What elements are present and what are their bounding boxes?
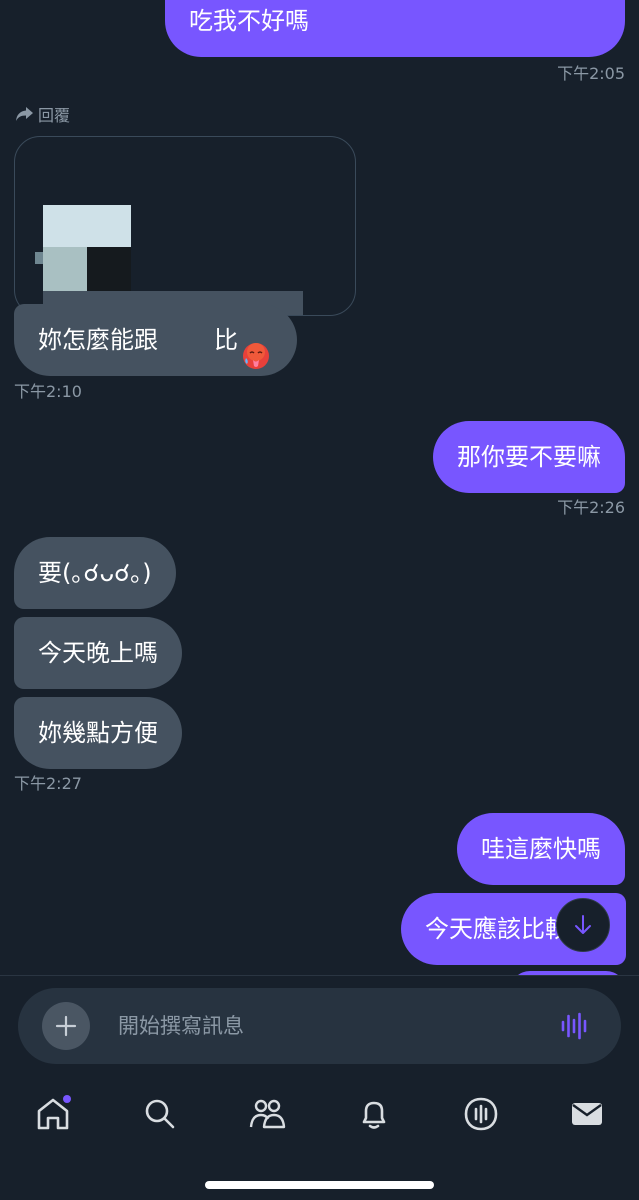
message-bubble-outgoing[interactable]: 哇這麼快嗎 (457, 813, 625, 885)
nav-search[interactable] (138, 1092, 182, 1136)
message-input[interactable] (116, 1013, 555, 1039)
message-text: 妳幾點方便 (38, 719, 158, 747)
communities-icon (249, 1099, 286, 1129)
reply-indicator: 回覆 (14, 102, 70, 126)
message-bubble-outgoing[interactable]: 那你要不要嘛 (433, 421, 625, 493)
chat-thread[interactable]: 吃我不好嗎 下午2:05 回覆 妳怎麼能跟 比 下午2:10 那你要不要嘛 下午… (0, 0, 639, 975)
home-indicator (205, 1181, 434, 1189)
nav-spaces[interactable] (459, 1092, 503, 1136)
message-timestamp: 下午2:27 (14, 774, 82, 793)
messages-icon (572, 1103, 602, 1125)
message-bubble-incoming[interactable]: 要(｡☌ᴗ☌｡) (14, 537, 176, 609)
message-timestamp: 下午2:05 (557, 64, 625, 83)
bottom-navigation (0, 1078, 639, 1148)
message-text: 哇這麼快嗎 (481, 835, 601, 863)
reply-arrow-icon (16, 107, 33, 121)
message-bubble-incoming[interactable]: 妳幾點方便 (14, 697, 182, 769)
message-bubble-outgoing[interactable]: 吃我不好嗎 (165, 0, 625, 57)
nav-communities[interactable] (245, 1092, 289, 1136)
composer-divider (0, 975, 639, 976)
home-icon (37, 1095, 71, 1130)
quoted-media-card[interactable] (14, 136, 356, 316)
message-text: 今天應該比較 (425, 915, 569, 943)
message-text: 吃我不好嗎 (189, 7, 309, 35)
message-bubble-incoming[interactable]: 妳怎麼能跟 比 (14, 304, 297, 376)
hot-face-emoji-icon (242, 326, 270, 369)
message-text: 那你要不要嘛 (457, 443, 601, 471)
notifications-icon (362, 1101, 386, 1129)
message-bubble-incoming[interactable]: 今天晚上嗎 (14, 617, 182, 689)
message-timestamp: 下午2:26 (557, 498, 625, 517)
add-media-button[interactable] (42, 1002, 90, 1050)
search-icon (145, 1099, 175, 1129)
plus-icon (55, 1015, 77, 1037)
reply-label-text: 回覆 (38, 106, 71, 125)
voice-message-button[interactable] (555, 1006, 595, 1046)
spaces-icon (464, 1097, 498, 1131)
arrow-down-icon (575, 915, 591, 934)
message-text: 妳怎麼能跟 (38, 326, 158, 354)
nav-notifications[interactable] (352, 1092, 396, 1136)
message-text-suffix: 比 (214, 326, 238, 354)
pixelated-image (35, 205, 303, 315)
message-text: 要(｡☌ᴗ☌｡) (38, 559, 152, 587)
message-composer (18, 988, 621, 1064)
message-text: 今天晚上嗎 (38, 639, 158, 667)
message-timestamp: 下午2:10 (14, 382, 82, 401)
scroll-to-bottom-button[interactable] (556, 898, 610, 952)
nav-messages[interactable] (565, 1092, 609, 1136)
nav-home[interactable] (31, 1092, 75, 1136)
audio-waveform-icon (561, 1012, 587, 1040)
